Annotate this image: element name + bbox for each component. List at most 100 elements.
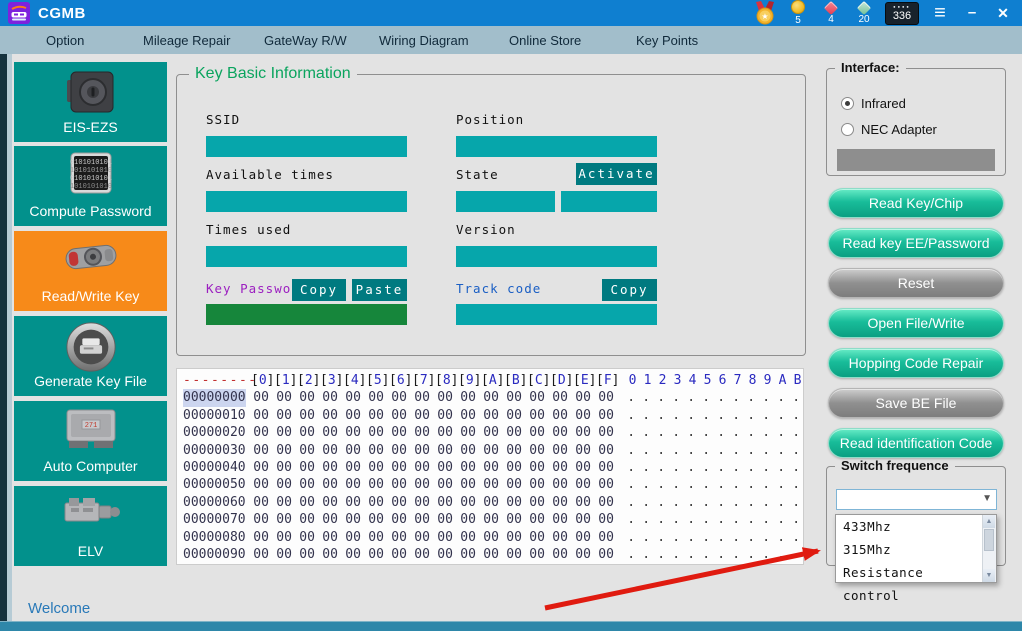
hex-ascii: ............ bbox=[627, 494, 801, 510]
scroll-up-icon[interactable]: ▲ bbox=[983, 515, 995, 528]
radio-icon bbox=[841, 96, 854, 110]
times-used-field[interactable] bbox=[206, 246, 407, 267]
radio-icon bbox=[841, 122, 854, 136]
menu-item[interactable]: Mileage Repair bbox=[143, 33, 230, 48]
cgmb-app-window: { "titlebar": { "title": "CGMB", "stats"… bbox=[0, 0, 1022, 631]
interface-group: Interface: Infrared NEC Adapter bbox=[826, 60, 1006, 176]
state-field-1[interactable] bbox=[456, 191, 555, 212]
hex-row: 00000040 00 00 00 00 00 00 00 00 00 00 00 00 00 00 00 0… bbox=[183, 459, 803, 476]
hex-address: 00000070 bbox=[183, 512, 246, 528]
frequency-combobox[interactable]: ▼ bbox=[836, 489, 997, 510]
key-password-copy-button[interactable]: Copy bbox=[292, 279, 346, 301]
state-field-2[interactable] bbox=[561, 191, 657, 212]
action-button[interactable]: Read key EE/Password bbox=[828, 228, 1004, 258]
action-button[interactable]: Save BE File bbox=[828, 388, 1004, 418]
red-gems-stat[interactable]: 4 bbox=[819, 0, 843, 25]
radio-label: NEC Adapter bbox=[861, 121, 937, 137]
key-password-field[interactable] bbox=[206, 304, 407, 325]
green-gems-stat[interactable]: 20 bbox=[852, 0, 876, 25]
menu-item[interactable]: GateWay R/W bbox=[264, 33, 347, 48]
hex-bytes: 00 00 00 00 00 00 00 00 00 00 00 00 00 00 00 00 bbox=[253, 460, 614, 476]
hex-ascii: ............ bbox=[627, 425, 801, 441]
hex-bytes: 00 00 00 00 00 00 00 00 00 00 00 00 00 00 00 00 bbox=[253, 547, 614, 563]
interface-radio-option[interactable]: Infrared bbox=[841, 95, 906, 111]
switch-frequence-title: Switch frequence bbox=[835, 458, 955, 473]
key-password-paste-button[interactable]: Paste bbox=[352, 279, 407, 301]
track-code-label: Track code bbox=[456, 281, 542, 296]
sidebar-item-generate-key-file[interactable]: Generate Key File bbox=[14, 316, 167, 396]
counter-badge[interactable]: ●●●● 336 bbox=[885, 1, 919, 25]
action-button[interactable]: Hopping Code Repair bbox=[828, 348, 1004, 378]
hex-address: 00000020 bbox=[183, 425, 246, 441]
svg-text:0101010101: 0101010101 bbox=[69, 175, 111, 183]
ssid-field[interactable] bbox=[206, 136, 407, 157]
red-gem-icon bbox=[823, 0, 839, 16]
hex-bytes: 00 00 00 00 00 00 00 00 00 00 00 00 00 00 00 00 bbox=[253, 529, 614, 545]
hex-ascii: ............ bbox=[627, 442, 801, 458]
frequency-dropdown-option[interactable]: 315Mhz bbox=[836, 538, 983, 561]
hex-address: 00000040 bbox=[183, 460, 246, 476]
activate-button[interactable]: Activate bbox=[576, 163, 657, 185]
minimize-button[interactable]: – bbox=[961, 2, 983, 24]
action-button[interactable]: Read identification Code bbox=[828, 428, 1004, 458]
track-code-copy-button[interactable]: Copy bbox=[602, 279, 657, 301]
menu-item[interactable]: Key Points bbox=[636, 33, 698, 48]
chevron-down-icon[interactable]: ▼ bbox=[982, 493, 992, 504]
sidebar-item-elv[interactable]: ELV bbox=[14, 486, 167, 566]
coin-icon bbox=[791, 0, 805, 14]
version-field[interactable] bbox=[456, 246, 657, 267]
frequency-dropdown-option[interactable]: Resistance control bbox=[836, 561, 983, 603]
sidebar-item-label: Compute Password bbox=[29, 203, 152, 219]
scrollbar-thumb[interactable] bbox=[984, 529, 994, 551]
interface-group-title: Interface: bbox=[835, 60, 906, 75]
status-text: Welcome bbox=[28, 600, 91, 617]
action-button[interactable]: Open File/Write bbox=[828, 308, 1004, 338]
available-times-field[interactable] bbox=[206, 191, 407, 212]
sidebar-item-read-write-key[interactable]: Read/Write Key bbox=[14, 231, 167, 311]
key-fob-icon bbox=[14, 235, 167, 279]
green-gem-icon bbox=[856, 0, 872, 16]
hex-bytes: 00 00 00 00 00 00 00 00 00 00 00 00 00 00 00 00 bbox=[253, 494, 614, 510]
action-buttons: Read Key/Chip Read key EE/Password Reset… bbox=[828, 188, 1004, 458]
interface-radio-option[interactable]: NEC Adapter bbox=[841, 121, 937, 137]
scroll-down-icon[interactable]: ▼ bbox=[983, 569, 995, 582]
hex-rows: 00000000 00 00 00 00 00 00 00 00 00 00 00 00 00 00 00 0… bbox=[183, 389, 803, 563]
hex-row: 00000010 00 00 00 00 00 00 00 00 00 00 00 00 00 00 00 0… bbox=[183, 407, 803, 424]
state-label: State bbox=[456, 167, 499, 182]
hex-address: 00000050 bbox=[183, 477, 246, 493]
sidebar-item-compute-password[interactable]: 0101010101 1010101010 0101010101 1010101… bbox=[14, 146, 167, 226]
radio-label: Infrared bbox=[861, 95, 906, 111]
menu-item[interactable]: Wiring Diagram bbox=[379, 33, 469, 48]
window-edge-dark bbox=[0, 26, 7, 630]
menu-item[interactable]: Online Store bbox=[509, 33, 581, 48]
counter-value: 336 bbox=[892, 9, 912, 22]
hex-address: 00000000 bbox=[183, 389, 246, 407]
app-logo-icon bbox=[8, 2, 30, 24]
hex-header-ascii-columns: 0123456789AB bbox=[628, 373, 802, 388]
sidebar-item-auto-computer[interactable]: 271 Auto Computer bbox=[14, 401, 167, 481]
hex-ascii: ............ bbox=[627, 460, 801, 476]
interface-status-field bbox=[837, 149, 995, 171]
sidebar-item-eis-ezs[interactable]: EIS-EZS bbox=[14, 62, 167, 142]
hex-row: 00000080 00 00 00 00 00 00 00 00 00 00 00 00 00 00 00 0… bbox=[183, 529, 803, 546]
track-code-field[interactable] bbox=[456, 304, 657, 325]
hex-address: 00000060 bbox=[183, 494, 246, 510]
sidebar-item-label: Read/Write Key bbox=[41, 288, 140, 304]
action-button[interactable]: Reset bbox=[828, 268, 1004, 298]
hex-header-address: -------- bbox=[183, 373, 258, 388]
frequency-dropdown-option[interactable]: 433Mhz bbox=[836, 515, 983, 538]
sidebar-item-label: Generate Key File bbox=[34, 373, 147, 389]
window-edge-light bbox=[7, 26, 12, 630]
menu-item[interactable]: Option bbox=[46, 33, 84, 48]
frequency-dropdown-list: 433Mhz 315Mhz Resistance control ▲ ▼ bbox=[835, 514, 997, 603]
medal-icon[interactable]: ★ bbox=[753, 1, 777, 25]
hex-ascii: ............ bbox=[627, 512, 801, 528]
key-basic-information-group: Key Basic Information SSID Available tim… bbox=[176, 65, 806, 356]
dropdown-scrollbar[interactable]: ▲ ▼ bbox=[982, 515, 996, 582]
hamburger-menu-button[interactable]: ≡ bbox=[928, 2, 952, 24]
position-field[interactable] bbox=[456, 136, 657, 157]
close-button[interactable]: ✕ bbox=[992, 2, 1014, 24]
hex-dump-panel[interactable]: -------- 0123456789ABCDEF 0123456789AB 0… bbox=[176, 368, 804, 565]
action-button[interactable]: Read Key/Chip bbox=[828, 188, 1004, 218]
coins-stat[interactable]: 5 bbox=[786, 0, 810, 26]
